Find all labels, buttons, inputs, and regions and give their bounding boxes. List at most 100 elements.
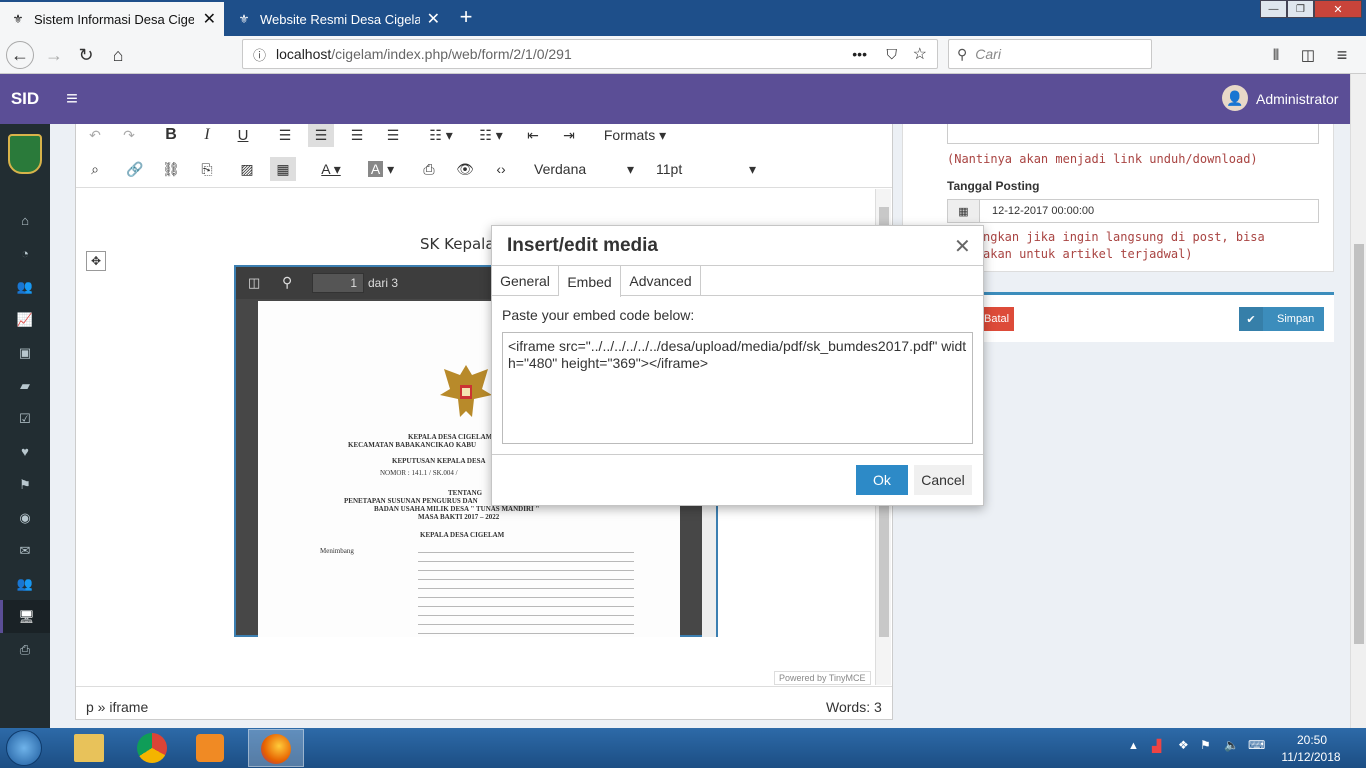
tray-expand-icon[interactable]: ▲ [1128,740,1139,752]
cancel-button[interactable]: Cancel [914,465,972,495]
minimize-button[interactable]: — [1260,0,1287,18]
pdf-sidebar-toggle-icon[interactable]: ◫ [248,275,260,291]
home-icon[interactable]: ⌂ [104,41,132,69]
road-sign-icon[interactable]: ⚑ [0,468,50,501]
embed-code-textarea[interactable]: <iframe src="../../../../../../desa/uplo… [502,332,973,444]
inbox-icon[interactable]: ⎙ [0,633,50,666]
dropbox-icon[interactable]: ❖ [1178,738,1189,752]
home-icon[interactable]: ⌂ [0,204,50,237]
background-color-icon[interactable]: A ▾ [360,157,402,181]
simpan-button[interactable]: ✔ Simpan [1239,307,1324,331]
posting-date-field[interactable]: ▦ 12-12-2017 00:00:00 [947,199,1319,223]
bold-icon[interactable]: B [158,124,184,147]
align-justify-icon[interactable]: ☰ [380,124,406,147]
reload-icon[interactable]: ↻ [72,41,100,69]
heart-icon[interactable]: ♥ [0,435,50,468]
group-icon[interactable]: 👥 [0,567,50,600]
file-explorer-icon[interactable] [74,734,104,762]
library-icon[interactable]: ⫴ [1262,41,1290,69]
checkbox-icon[interactable]: ☑ [0,402,50,435]
unlink-icon[interactable]: ⛓ [158,157,184,181]
pocket-icon[interactable]: ⛉ [887,46,898,63]
indent-icon[interactable]: ⇥ [556,124,582,147]
close-icon[interactable]: ✕ [954,234,971,259]
maximize-button[interactable]: ❐ [1287,0,1314,18]
archive-icon[interactable]: ▣ [0,336,50,369]
url-bar[interactable]: ⓘ localhost/cigelam/index.php/web/form/2… [242,39,938,69]
text-color-icon[interactable]: A ▾ [310,157,352,181]
user-name[interactable]: Administrator [1256,91,1338,107]
book-icon[interactable]: ▰ [0,369,50,402]
outdent-icon[interactable]: ⇤ [520,124,546,147]
batal-button[interactable]: Batal [980,307,1014,331]
formats-dropdown[interactable]: Formats ▾ [598,124,672,147]
menu-toggle-button[interactable]: ≡ [60,86,84,112]
hamburger-menu-icon[interactable]: ≡ [1328,41,1356,69]
italic-icon[interactable]: I [194,124,220,147]
move-handle-icon[interactable]: ✥ [86,251,106,271]
ok-button[interactable]: Ok [856,465,908,495]
keyboard-icon[interactable]: ⌨ [1248,738,1265,752]
link-icon[interactable]: 🔗 [122,157,148,181]
doc-line-5: TENTANG [448,489,483,497]
font-family-dropdown[interactable]: Verdana ▾ [524,157,644,181]
globe-icon[interactable]: ◉ [0,501,50,534]
volume-icon[interactable]: 🔈 [1224,738,1239,752]
bullet-list-icon[interactable]: ☷ ▾ [420,124,462,147]
action-center-icon[interactable]: ⚑ [1200,738,1211,752]
numbered-list-icon[interactable]: ☷ ▾ [470,124,512,147]
toolbar-divider [76,187,892,188]
app-brand[interactable]: SID [0,74,50,124]
back-icon[interactable]: ← [6,41,34,69]
info-icon[interactable]: ⓘ [253,45,266,64]
image-icon[interactable]: ▨ [234,157,260,181]
page-scrollbar[interactable] [1350,74,1366,728]
align-center-icon[interactable]: ☰ [308,124,334,147]
align-right-icon[interactable]: ☰ [344,124,370,147]
bookmark-star-icon[interactable]: ☆ [913,44,927,64]
tab-sistem-informasi[interactable]: ⚜ Sistem Informasi Desa Cigelam ✕ [0,2,224,36]
dashboard-icon[interactable]: ◔ [0,237,50,270]
close-tab-icon[interactable]: ✕ [203,9,216,29]
new-tab-button[interactable]: + [454,4,478,30]
print-icon[interactable]: ⎙ [416,157,442,181]
tab-embed[interactable]: Embed [559,266,621,297]
close-tab-icon[interactable]: ✕ [427,9,440,29]
firefox-taskbar-button[interactable] [248,729,304,767]
file-input[interactable] [947,124,1319,144]
desktop-icon[interactable]: 🖥 [0,600,50,633]
network-icon[interactable]: ▟ [1152,739,1161,753]
pdf-search-icon[interactable]: ⚲ [282,274,292,291]
close-window-button[interactable]: ✕ [1314,0,1362,18]
sidebar-toggle-icon[interactable]: ◫ [1294,41,1322,69]
tab-website-resmi[interactable]: ⚜ Website Resmi Desa Cigelam - ✕ [226,2,448,36]
users-icon[interactable]: 👥 [0,270,50,303]
media-icon[interactable]: ▦ [270,157,296,181]
tab-advanced[interactable]: Advanced [621,266,701,296]
simpan-label: Simpan [1277,313,1315,325]
undo-icon[interactable]: ↶ [82,124,108,147]
preview-icon[interactable]: 👁 [452,157,478,181]
tab-title: Sistem Informasi Desa Cigelam [34,11,194,27]
source-code-icon[interactable]: ‹› [488,157,514,181]
bookmark-icon[interactable]: ⎘ [194,157,220,181]
pdf-page-input[interactable]: 1 [312,273,364,293]
align-left-icon[interactable]: ☰ [272,124,298,147]
redo-icon[interactable]: ↷ [116,124,142,147]
search-bar[interactable]: ⚲ Cari [948,39,1152,69]
find-replace-icon[interactable]: ⌕ [82,157,108,181]
chrome-icon[interactable] [137,733,167,763]
tab-general[interactable]: General [492,266,559,296]
chart-icon[interactable]: 📈 [0,303,50,336]
start-button[interactable] [6,730,42,766]
forward-icon[interactable]: → [40,41,68,69]
font-family-value: Verdana [534,161,587,177]
clock-date[interactable]: 11/12/2018 [1276,750,1346,764]
underline-icon[interactable]: U [230,124,256,147]
clock-time[interactable]: 20:50 [1280,733,1344,747]
font-size-dropdown[interactable]: 11pt ▾ [646,157,766,181]
envelope-icon[interactable]: ✉ [0,534,50,567]
user-avatar[interactable]: 👤 [1222,85,1248,111]
page-actions-icon[interactable]: ••• [852,46,867,62]
media-player-icon[interactable] [196,734,224,762]
